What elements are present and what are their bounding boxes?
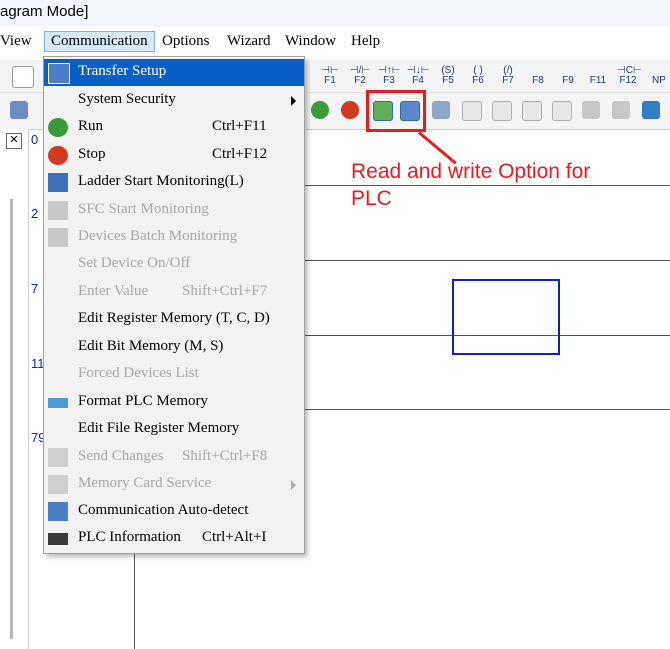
menu-item-enter-value[interactable]: Enter Value Shift+Ctrl+F7	[44, 279, 304, 306]
menu-item-edit-bit-memory[interactable]: Edit Bit Memory (M, S)	[44, 334, 304, 361]
contact-compare-button[interactable]: ⊣C⊢ F12	[617, 66, 642, 86]
contact-nc-button[interactable]: ⊣/⊢ F2	[349, 66, 371, 86]
close-icon[interactable]: ✕	[6, 133, 22, 149]
transfer-setup-icon	[48, 63, 70, 84]
format-memory-icon	[48, 398, 68, 408]
delete-line-button[interactable]: F11	[587, 66, 609, 86]
cell-cursor[interactable]	[452, 279, 560, 355]
run-icon	[48, 118, 68, 137]
menu-item-sfc-monitoring[interactable]: SFC Start Monitoring	[44, 197, 304, 224]
highlight-box	[366, 90, 426, 132]
menu-communication[interactable]: Communication	[44, 31, 155, 52]
menu-item-memory-card[interactable]: Memory Card Service	[44, 471, 304, 498]
rung-number: 0	[31, 132, 39, 147]
device-icon[interactable]	[522, 101, 542, 121]
contact-falling-button[interactable]: ⊣↓⊢ F4	[407, 66, 429, 86]
rung-number: 2	[31, 206, 39, 221]
tool-icon[interactable]	[10, 101, 28, 119]
stop-icon	[48, 146, 68, 165]
menu-item-run[interactable]: Run Ctrl+F11	[44, 114, 304, 141]
code-down-icon[interactable]	[492, 101, 512, 121]
vline-button[interactable]: F9	[557, 66, 579, 86]
menu-window[interactable]: Window	[285, 33, 336, 50]
communication-menu: Transfer Setup System Security Run Ctrl+…	[43, 56, 305, 554]
menu-item-auto-detect[interactable]: Communication Auto-detect	[44, 498, 304, 525]
menu-item-edit-file-register[interactable]: Edit File Register Memory	[44, 416, 304, 443]
run-icon[interactable]	[311, 101, 329, 119]
hline-button[interactable]: F8	[527, 66, 549, 86]
toolbar-button-icon[interactable]	[12, 66, 34, 88]
menu-item-set-device[interactable]: Set Device On/Off	[44, 251, 304, 278]
menu-item-edit-register-memory[interactable]: Edit Register Memory (T, C, D)	[44, 306, 304, 333]
menu-view[interactable]: View	[0, 33, 32, 50]
stop-icon[interactable]	[341, 101, 359, 119]
code-icon[interactable]	[462, 101, 482, 121]
left-project-pane: ✕	[0, 129, 29, 649]
np-button[interactable]: NP	[648, 66, 670, 86]
coil-nc-button[interactable]: (/) F7	[497, 66, 519, 86]
scrollbar[interactable]	[10, 199, 13, 639]
contact-no-button[interactable]: ⊣⊢ F1	[319, 66, 341, 86]
menu-help[interactable]: Help	[351, 33, 380, 50]
plc-info-icon	[48, 533, 68, 545]
coil-set-button[interactable]: (S) F5	[437, 66, 459, 86]
ladder-monitor-icon	[48, 173, 68, 192]
window-title: agram Mode]	[0, 3, 89, 20]
menu-item-batch-monitoring[interactable]: Devices Batch Monitoring	[44, 224, 304, 251]
menu-item-plc-information[interactable]: PLC Information Ctrl+Alt+I	[44, 525, 304, 552]
auto-detect-icon	[48, 502, 68, 521]
menu-item-forced-devices[interactable]: Forced Devices List	[44, 361, 304, 388]
menu-item-format-memory[interactable]: Format PLC Memory	[44, 389, 304, 416]
menu-bar: View Communication Options Wizard Window…	[0, 29, 670, 57]
plc-icon[interactable]	[642, 101, 660, 119]
send-changes-icon	[48, 448, 68, 467]
menu-options[interactable]: Options	[162, 33, 210, 50]
menu-item-send-changes[interactable]: Send Changes Shift+Ctrl+F8	[44, 444, 304, 471]
annotation-text: Read and write Option for PLC	[351, 160, 591, 210]
monitor-icon[interactable]	[432, 101, 450, 119]
compare-icon[interactable]	[612, 101, 630, 119]
menu-item-ladder-monitoring[interactable]: Ladder Start Monitoring(L)	[44, 169, 304, 196]
contact-rising-button[interactable]: ⊣↑⊢ F3	[378, 66, 400, 86]
batch-monitor-icon	[48, 228, 68, 247]
menu-wizard[interactable]: Wizard	[227, 33, 271, 50]
submenu-arrow-icon	[291, 96, 296, 106]
coil-button[interactable]: ( ) F6	[467, 66, 489, 86]
submenu-arrow-icon	[291, 480, 296, 490]
title-bar: agram Mode]	[0, 0, 670, 26]
menu-item-stop[interactable]: Stop Ctrl+F12	[44, 142, 304, 169]
sfc-monitor-icon	[48, 201, 68, 220]
list-icon[interactable]	[582, 101, 600, 119]
rung-number: 7	[31, 281, 39, 296]
memory-card-icon	[48, 475, 68, 494]
menu-item-system-security[interactable]: System Security	[44, 87, 304, 114]
menu-item-transfer-setup[interactable]: Transfer Setup	[44, 59, 304, 86]
device-write-icon[interactable]	[552, 101, 572, 121]
